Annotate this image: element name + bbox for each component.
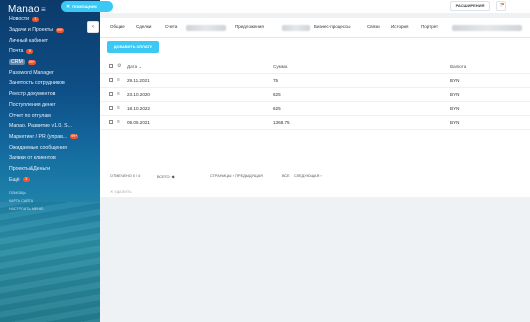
next-page-link[interactable]: СЛЕДУЮЩАЯ › xyxy=(294,174,322,178)
tab-general[interactable]: Общие xyxy=(110,24,125,29)
sidebar: Manao ≡ Новости 1 Задачи и Проекты 99+ Лич… xyxy=(0,0,100,322)
sidebar-item-news[interactable]: Новости 1 xyxy=(0,14,100,25)
row-currency: BYN xyxy=(450,92,460,97)
table-header: ⚙ Дата ⌄ Сумма Валюта xyxy=(100,60,530,74)
tab-deals[interactable]: Сделки xyxy=(136,24,151,29)
row-date: 23.10.2020 xyxy=(127,92,150,97)
sidebar-item-more[interactable]: Ещё 3 xyxy=(0,174,100,185)
all-pages-link[interactable]: ВСЕ xyxy=(282,174,290,178)
row-checkbox[interactable] xyxy=(109,106,113,110)
tab-relations[interactable]: Связи xyxy=(367,24,380,29)
sidebar-item-mail[interactable]: Почта 8 xyxy=(0,46,100,57)
sidebar-item-client-requests[interactable]: Заявки от клиентов xyxy=(0,153,100,164)
sidebar-item-income[interactable]: Поступления денег xyxy=(0,100,100,111)
extensions-button[interactable]: РАСШИРЕНИЯ xyxy=(450,1,490,11)
table-row[interactable]: ≡ 08.05.2021 1368.75 BYN xyxy=(100,116,530,130)
prev-page-link[interactable]: ‹ ПРЕДЫДУЩАЯ xyxy=(233,174,263,178)
row-date: 18.10.2022 xyxy=(127,106,150,111)
sidebar-item-tasks[interactable]: Задачи и Проекты 99+ xyxy=(0,25,100,36)
sidebar-item-documents[interactable]: Реестр документов xyxy=(0,89,100,100)
tab-business-processes[interactable]: Бизнес-процессы xyxy=(314,24,350,29)
menu-icon[interactable]: ≡ xyxy=(41,5,46,14)
sidebar-nav: Новости 1 Задачи и Проекты 99+ Личный каби… xyxy=(0,14,100,213)
sidebar-item-cabinet[interactable]: Личный кабинет xyxy=(0,35,100,46)
row-menu-icon[interactable]: ≡ xyxy=(117,91,120,97)
table-footer: ОТМЕЧЕНО 0 / 4 ВСЕГО: ◆ СТРАНИЦЫ: ‹ ПРЕД… xyxy=(100,165,530,197)
notification-dot xyxy=(502,3,504,5)
table-row[interactable]: ≡ 23.10.2020 625 BYN xyxy=(100,88,530,102)
row-menu-icon[interactable]: ≡ xyxy=(117,119,120,125)
sidebar-sitemap-link[interactable]: КАРТА САЙТА xyxy=(0,197,100,205)
help-button[interactable]: ? xyxy=(496,1,506,11)
row-checkbox[interactable] xyxy=(109,78,113,82)
table-row[interactable]: ≡ 18.10.2022 625 BYN xyxy=(100,102,530,116)
tab-history[interactable]: История xyxy=(391,24,408,29)
sidebar-item-marketing[interactable]: Маркетинг / PR (управ... 99+ xyxy=(0,132,100,143)
row-amount: 625 xyxy=(273,92,281,97)
sidebar-help-link[interactable]: ПОМОЩЬ xyxy=(0,189,100,197)
selected-count: ОТМЕЧЕНО 0 / 4 xyxy=(110,174,141,178)
add-payment-button[interactable]: ДОБАВИТЬ ОПЛАТУ xyxy=(107,41,159,53)
sidebar-item-crm[interactable]: CRM 99+ xyxy=(0,57,100,68)
row-amount: 625 xyxy=(273,106,281,111)
total-count[interactable]: ВСЕГО: ◆ xyxy=(157,174,175,179)
row-currency: BYN xyxy=(450,106,460,111)
date-column-header[interactable]: Дата ⌄ xyxy=(127,64,142,70)
sort-icon: ⌄ xyxy=(138,64,143,69)
collapse-panel-button[interactable]: ‹ xyxy=(87,21,99,33)
row-amount: 1368.75 xyxy=(273,120,290,125)
pages-label: СТРАНИЦЫ: xyxy=(210,174,233,178)
sidebar-item-employment[interactable]: Занятость сотрудников xyxy=(0,78,100,89)
amount-column-header[interactable]: Сумма xyxy=(273,64,287,69)
currency-column-header[interactable]: Валюта xyxy=(450,64,466,69)
sidebar-item-development[interactable]: Manao. Развитие v1.0. S... xyxy=(0,121,100,132)
gear-icon[interactable]: ⚙ xyxy=(117,63,121,69)
more-badge: 3 xyxy=(22,177,30,183)
tab-hidden-2[interactable] xyxy=(282,25,310,31)
row-currency: BYN xyxy=(450,120,460,125)
sidebar-item-password-manager[interactable]: Password Manager xyxy=(0,67,100,78)
table-row[interactable]: ≡ 29.11.2021 75 BYN xyxy=(100,74,530,88)
assistant-button[interactable]: ✕ ПОМОЩНИК xyxy=(61,1,113,12)
tab-portrait[interactable]: Портрет xyxy=(421,24,438,29)
sidebar-item-projects-money[interactable]: Проекты&Деньги xyxy=(0,164,100,175)
sidebar-item-time-off[interactable]: Отчет по отгулам xyxy=(0,110,100,121)
mail-badge: 8 xyxy=(26,48,34,54)
tab-hidden-3[interactable] xyxy=(452,25,522,31)
close-icon: ✕ xyxy=(66,4,71,10)
crm-badge: 99+ xyxy=(27,59,36,65)
row-checkbox[interactable] xyxy=(109,92,113,96)
tasks-badge: 99+ xyxy=(56,27,64,33)
tab-offers[interactable]: Предложения xyxy=(235,24,264,29)
sidebar-item-expected-messages[interactable]: Ожидаемые сообщения xyxy=(0,142,100,153)
row-date: 29.11.2021 xyxy=(127,78,150,83)
marketing-badge: 99+ xyxy=(70,134,79,140)
payments-table: ⚙ Дата ⌄ Сумма Валюта ≡ 29.11.2021 75 BY… xyxy=(100,60,530,165)
tabs-bar: Общие Сделки Счета Предложения Бизнес-пр… xyxy=(100,18,530,38)
select-all-checkbox[interactable] xyxy=(109,64,113,68)
tab-invoices[interactable]: Счета xyxy=(165,24,177,29)
row-date: 08.05.2021 xyxy=(127,120,150,125)
sidebar-configure-menu-link[interactable]: НАСТРОИТЬ МЕНЮ xyxy=(0,205,100,213)
row-menu-icon[interactable]: ≡ xyxy=(117,105,120,111)
delete-button[interactable]: ✕ УДАЛИТЬ xyxy=(110,189,132,194)
toolbar: ДОБАВИТЬ ОПЛАТУ xyxy=(100,38,530,60)
row-menu-icon[interactable]: ≡ xyxy=(117,77,120,83)
row-checkbox[interactable] xyxy=(109,120,113,124)
row-amount: 75 xyxy=(273,78,279,83)
tab-hidden[interactable] xyxy=(186,25,226,31)
news-badge: 1 xyxy=(32,16,40,22)
row-currency: BYN xyxy=(450,78,460,83)
